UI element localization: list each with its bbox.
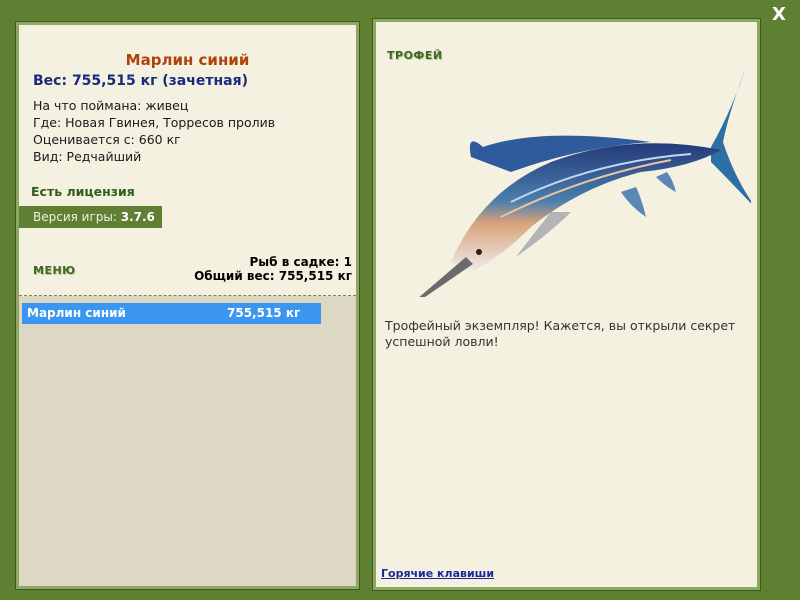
menu-button[interactable]: МЕНЮ [33, 264, 76, 277]
hotkeys-link[interactable]: Горячие клавиши [381, 567, 494, 580]
fish-details: На что поймана: живец Где: Новая Гвинея,… [33, 97, 275, 165]
bait-line: На что поймана: живец [33, 98, 189, 113]
close-button[interactable]: X [768, 4, 790, 26]
blue-marlin-image [419, 67, 751, 297]
catch-list: Марлин синий 755,515 кг [19, 296, 356, 586]
location-line: Где: Новая Гвинея, Торресов пролив [33, 115, 276, 130]
fish-info-panel: Марлин синий Вес: 755,515 кг (зачетная) … [15, 21, 360, 590]
catch-name: Марлин синий [27, 306, 126, 320]
rarity-line: Вид: Редчайший [33, 149, 142, 164]
valuation-line: Оценивается с: 660 кг [33, 132, 181, 147]
trophy-panel: ТРОФЕЙ Трофейный экземпляр! Кажется, вы … [372, 18, 761, 591]
trophy-description: Трофейный экземпляр! Кажется, вы открыли… [385, 318, 736, 349]
catch-weight: 755,515 кг [227, 306, 301, 320]
version-label: Версия игры: [33, 210, 121, 224]
fish-title: Марлин синий [125, 51, 250, 69]
version-value: 3.7.6 [120, 210, 155, 224]
game-version: Версия игры: 3.7.6 [19, 206, 162, 228]
total-weight: Общий вес: 755,515 кг [194, 269, 352, 283]
fish-count: Рыб в садке: 1 [249, 255, 353, 269]
license-status: Есть лицензия [31, 184, 135, 199]
catch-list-item[interactable]: Марлин синий 755,515 кг [22, 303, 321, 324]
keepnet-summary: Рыб в садке: 1 Общий вес: 755,515 кг [194, 255, 352, 283]
fish-weight: Вес: 755,515 кг (зачетная) [33, 73, 248, 89]
